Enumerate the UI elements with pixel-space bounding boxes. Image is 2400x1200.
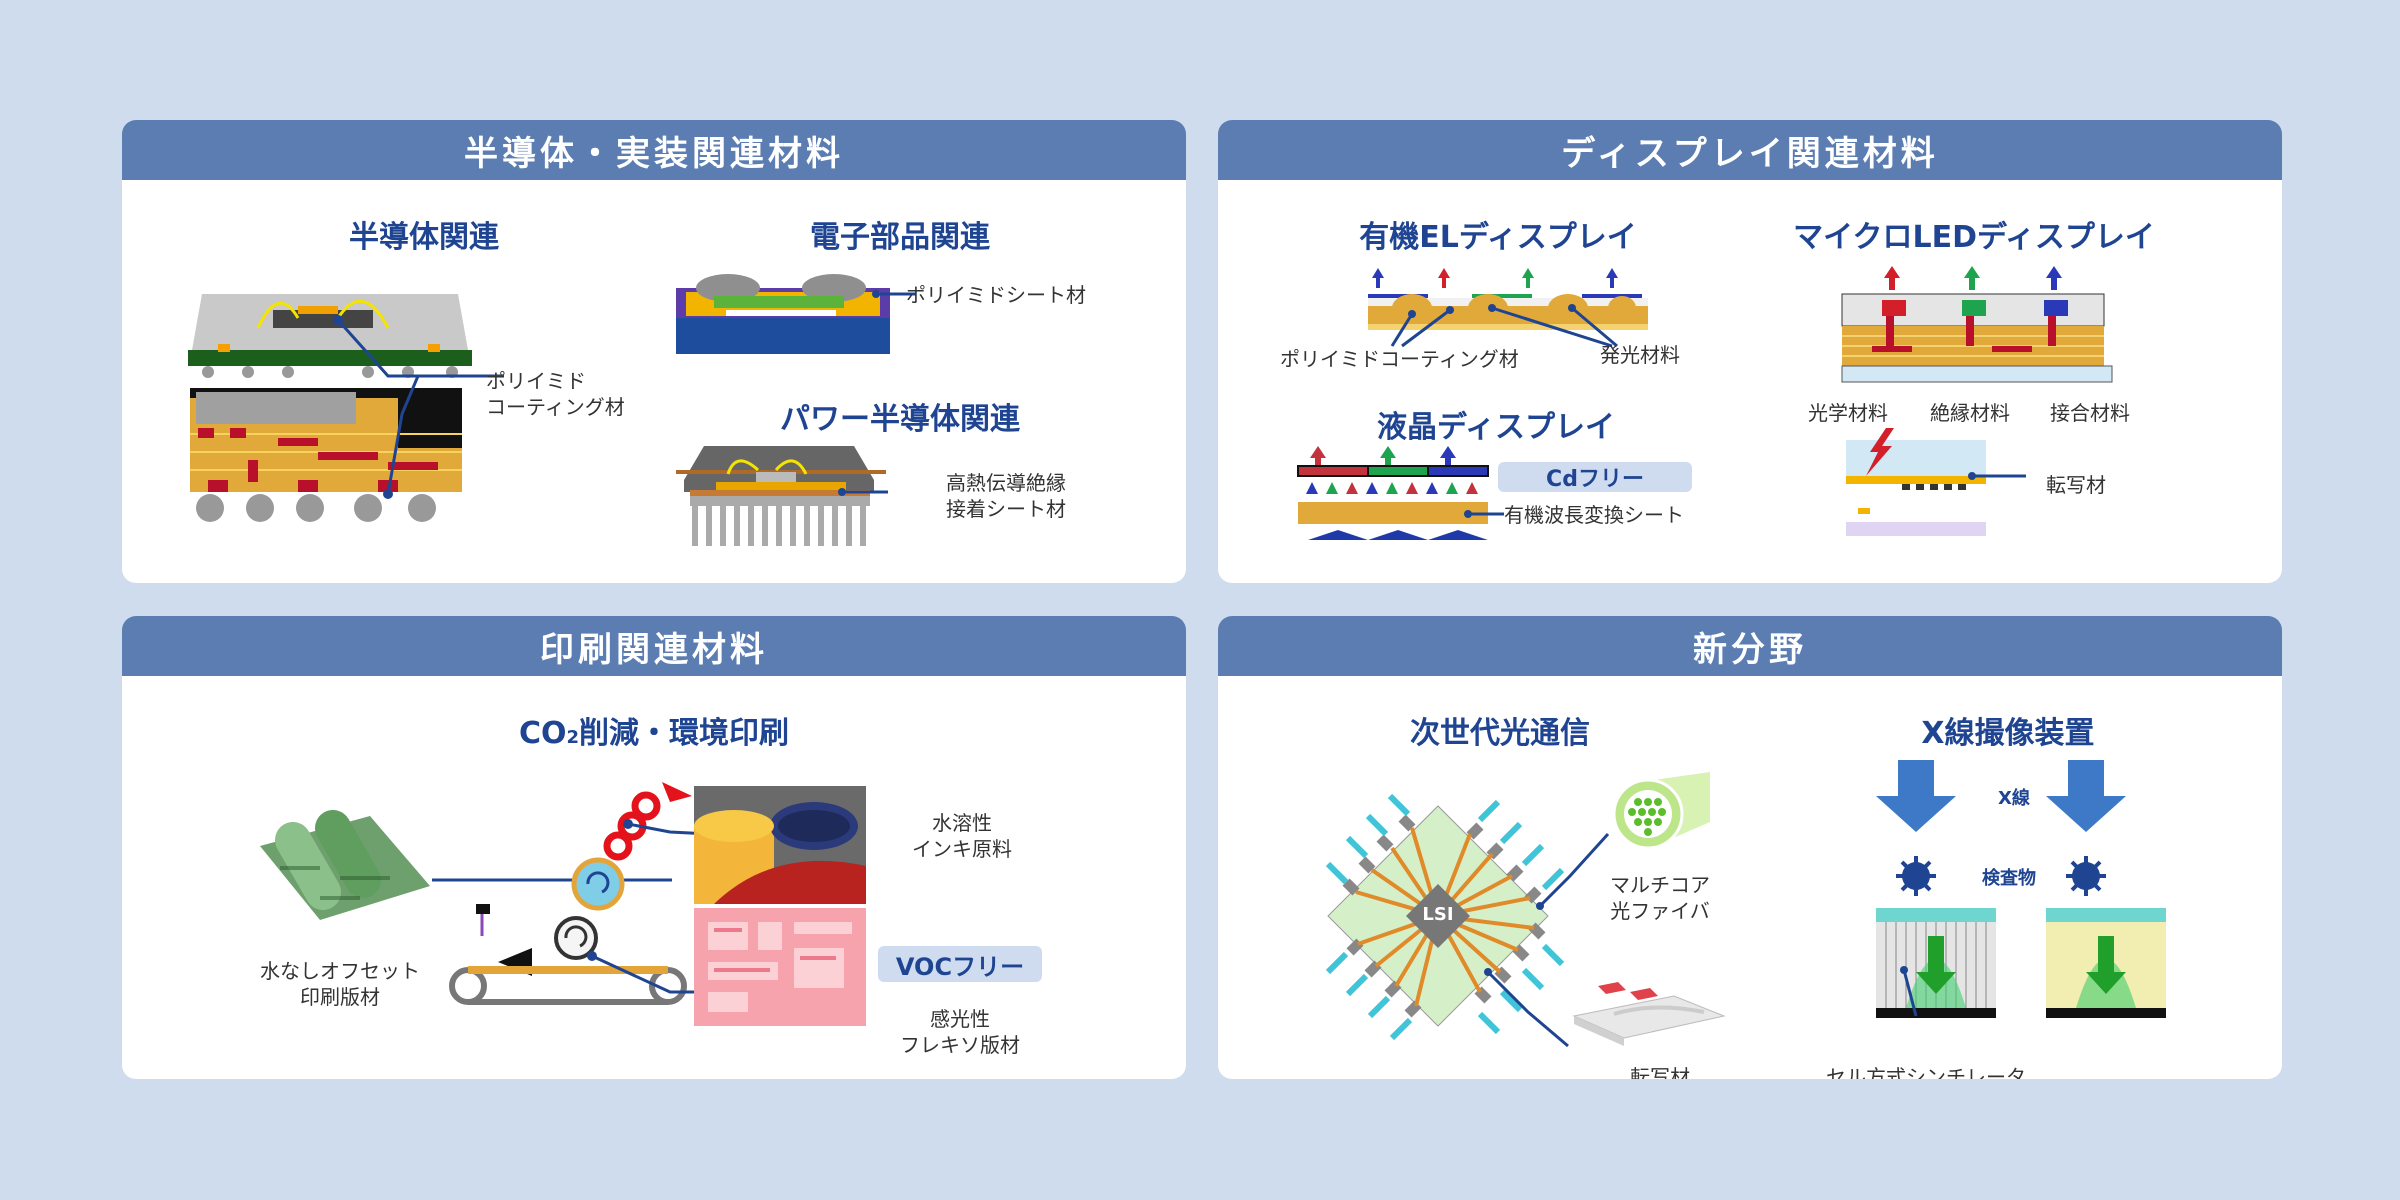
panel-body: 次世代光通信 X線撮像装置 LSI マルチコア 光ファイバ 転写材 X線 検査物…: [1218, 676, 2282, 1079]
water-soluble-label: 水溶性: [932, 811, 992, 835]
photosensitive-label: 感光性: [930, 1007, 990, 1031]
ink-photo: [694, 786, 866, 904]
semiconductor-package-illustration: [188, 294, 504, 522]
panel-title: 新分野: [1218, 616, 2282, 676]
panel-title: 半導体・実装関連材料: [122, 120, 1186, 180]
micro-led-subtitle: マイクロLEDディスプレイ: [1793, 220, 2155, 255]
insulating-material-label: 絶縁材料: [1930, 401, 2010, 425]
semiconductor-subtitle: 半導体関連: [349, 220, 499, 255]
polyimide-sheet-label: ポリイミドシート材: [906, 283, 1086, 307]
xray-device-subtitle: X線撮像装置: [1921, 716, 2095, 751]
adhesive-sheet-label: 接着シート材: [946, 497, 1066, 521]
panel-body: CO2削減・環境印刷 水なしオフセット 印刷版材 水溶性 インキ原料 VOCフリ…: [122, 676, 1186, 1079]
transfer-material-illustration: [1846, 428, 2026, 536]
voc-free-badge: VOCフリー: [878, 946, 1042, 982]
micro-led-illustration: [1841, 266, 2113, 383]
xray-label: X線: [1998, 788, 2030, 809]
scintillator-label: セル方式シンチレータ: [1826, 1065, 2026, 1079]
optical-material-label: 光学材料: [1808, 401, 1888, 425]
multicore-fiber-illustration: [1612, 772, 1710, 850]
panel-body: 半導体関連 電子部品関連 パワー半導体関連 ポリイミド コーティング材 ポリイミ…: [122, 180, 1186, 583]
panel-semiconductor: 半導体・実装関連材料 半導体関連 電子部品関連 パワー半導体関連 ポリイミド コ…: [122, 120, 1186, 583]
oled-subtitle: 有機ELディスプレイ: [1359, 220, 1637, 255]
power-semiconductor-subtitle: パワー半導体関連: [780, 402, 1020, 437]
transfer-material-label: 転写材: [2046, 473, 2106, 497]
transfer-device-illustration: [1572, 982, 1726, 1046]
emission-material-label: 発光材料: [1600, 343, 1680, 367]
optical-fiber-label: 光ファイバ: [1610, 899, 1710, 923]
electronic-component-illustration: [676, 274, 916, 354]
cd-free-badge: Cdフリー: [1498, 462, 1692, 492]
optical-comm-subtitle: 次世代光通信: [1410, 716, 1590, 751]
lsi-chip-illustration: [1325, 793, 1610, 1048]
bonding-material-label: 接合材料: [2050, 401, 2130, 425]
panel-printing: 印刷関連材料 CO2削減・環境印刷 水なしオフセット 印刷版材 水溶性 インキ原…: [122, 616, 1186, 1079]
lcd-subtitle: 液晶ディスプレイ: [1377, 410, 1615, 445]
co2-subtitle: CO2削減・環境印刷: [519, 708, 789, 752]
printing-plate-illustration: [260, 810, 430, 920]
oled-illustration: [1368, 268, 1648, 348]
electronic-parts-subtitle: 電子部品関連: [810, 220, 990, 255]
waterless-offset-label: 水なしオフセット: [260, 959, 420, 983]
plate-material-label: 印刷版材: [300, 985, 380, 1009]
panel-title: ディスプレイ関連材料: [1218, 120, 2282, 180]
flexo-plate-photo: [694, 908, 866, 1026]
co2-subscript: 2: [566, 727, 580, 748]
flexo-plate-label: フレキソ版材: [900, 1033, 1020, 1057]
panel-display: ディスプレイ関連材料 有機ELディスプレイ マイクロLEDディスプレイ 液晶ディ…: [1218, 120, 2282, 583]
power-semiconductor-illustration: [676, 446, 888, 546]
panel-body: 有機ELディスプレイ マイクロLEDディスプレイ 液晶ディスプレイ ポリイミドコ…: [1218, 180, 2282, 583]
polyimide-label: ポリイミド: [486, 369, 586, 393]
polyimide-coating-label: ポリイミドコーティング材: [1280, 347, 1519, 371]
wavelength-sheet-label: 有機波長変換シート: [1504, 503, 1684, 527]
panel-new-field: 新分野 次世代光通信 X線撮像装置 LSI マルチコア 光ファイバ 転写材 X線…: [1218, 616, 2282, 1079]
multicore-label: マルチコア: [1610, 873, 1710, 897]
co2-prefix: CO: [518, 716, 567, 751]
co2-suffix: 削減・環境印刷: [579, 716, 790, 751]
transfer-label: 転写材: [1630, 1065, 1690, 1079]
coating-label: コーティング材: [486, 395, 625, 419]
inspected-object-label: 検査物: [1982, 868, 2036, 889]
ink-raw-material-label: インキ原料: [912, 837, 1012, 861]
thermal-conductive-label: 高熱伝導絶縁: [946, 471, 1066, 495]
lsi-label: LSI: [1422, 904, 1454, 925]
panel-title: 印刷関連材料: [122, 616, 1186, 676]
